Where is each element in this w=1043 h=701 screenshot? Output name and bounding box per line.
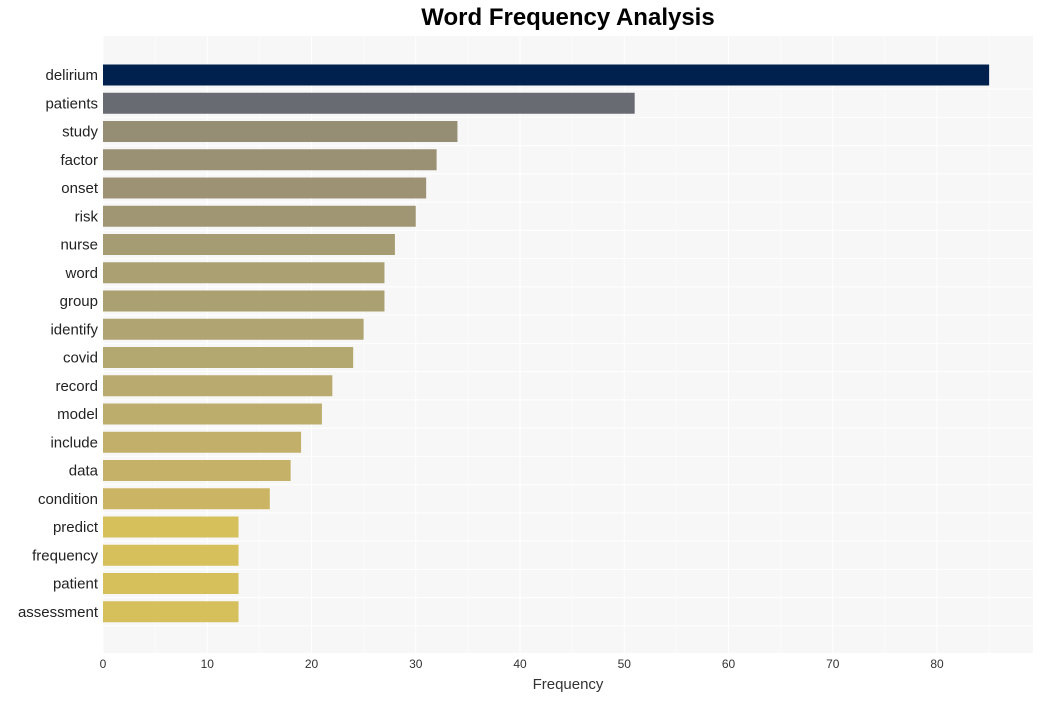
bar-identify <box>103 318 364 340</box>
bar-covid <box>103 347 354 368</box>
x-tick-label: 30 <box>409 657 423 671</box>
x-tick-label: 50 <box>618 657 632 671</box>
category-label: frequency <box>32 547 98 564</box>
x-tick-label: 20 <box>305 657 319 671</box>
category-label: data <box>69 463 99 480</box>
bar-model <box>103 403 322 425</box>
x-axis-label: Frequency <box>533 676 604 693</box>
bar-assessment <box>103 601 239 623</box>
category-label: study <box>62 124 98 141</box>
category-label: predict <box>53 519 99 536</box>
category-label: nurse <box>60 237 98 254</box>
x-tick-label: 40 <box>513 657 527 671</box>
bar-record <box>103 375 333 397</box>
bar-chart: delirium patients study factor onset risk nurs… <box>18 36 1033 693</box>
category-label: group <box>60 293 98 310</box>
x-tick-labels: 0 10 20 30 40 50 60 70 80 <box>100 657 944 671</box>
bar-delirium <box>103 64 990 86</box>
category-label: risk <box>75 208 99 225</box>
bar-factor <box>103 149 437 171</box>
category-label: patients <box>45 95 98 112</box>
bar-study <box>103 121 458 142</box>
category-label: word <box>64 265 98 282</box>
x-tick-label: 60 <box>722 657 736 671</box>
bar-onset <box>103 177 427 199</box>
category-label: onset <box>61 180 99 197</box>
x-tick-label: 0 <box>100 657 107 671</box>
category-label: condition <box>38 491 98 508</box>
category-label: assessment <box>18 604 99 621</box>
category-label: record <box>55 378 98 395</box>
bar-patients <box>103 92 635 114</box>
bar-group <box>103 290 385 312</box>
bar-frequency <box>103 544 239 566</box>
bar-data <box>103 460 291 481</box>
category-label: patient <box>53 576 99 593</box>
bar-predict <box>103 516 239 538</box>
category-labels: delirium patients study factor onset risk nurs… <box>18 67 99 621</box>
category-label: delirium <box>45 67 98 84</box>
category-label: covid <box>63 350 98 367</box>
bar-word <box>103 262 385 284</box>
bar-patient <box>103 573 239 594</box>
bar-nurse <box>103 234 395 255</box>
bar-include <box>103 431 302 453</box>
x-tick-label: 70 <box>826 657 840 671</box>
x-tick-label: 10 <box>201 657 215 671</box>
bar-risk <box>103 205 416 227</box>
category-label: factor <box>60 152 98 169</box>
category-label: identify <box>50 321 98 338</box>
category-label: include <box>50 434 98 451</box>
x-tick-label: 80 <box>930 657 944 671</box>
category-label: model <box>57 406 98 423</box>
bar-condition <box>103 488 270 510</box>
